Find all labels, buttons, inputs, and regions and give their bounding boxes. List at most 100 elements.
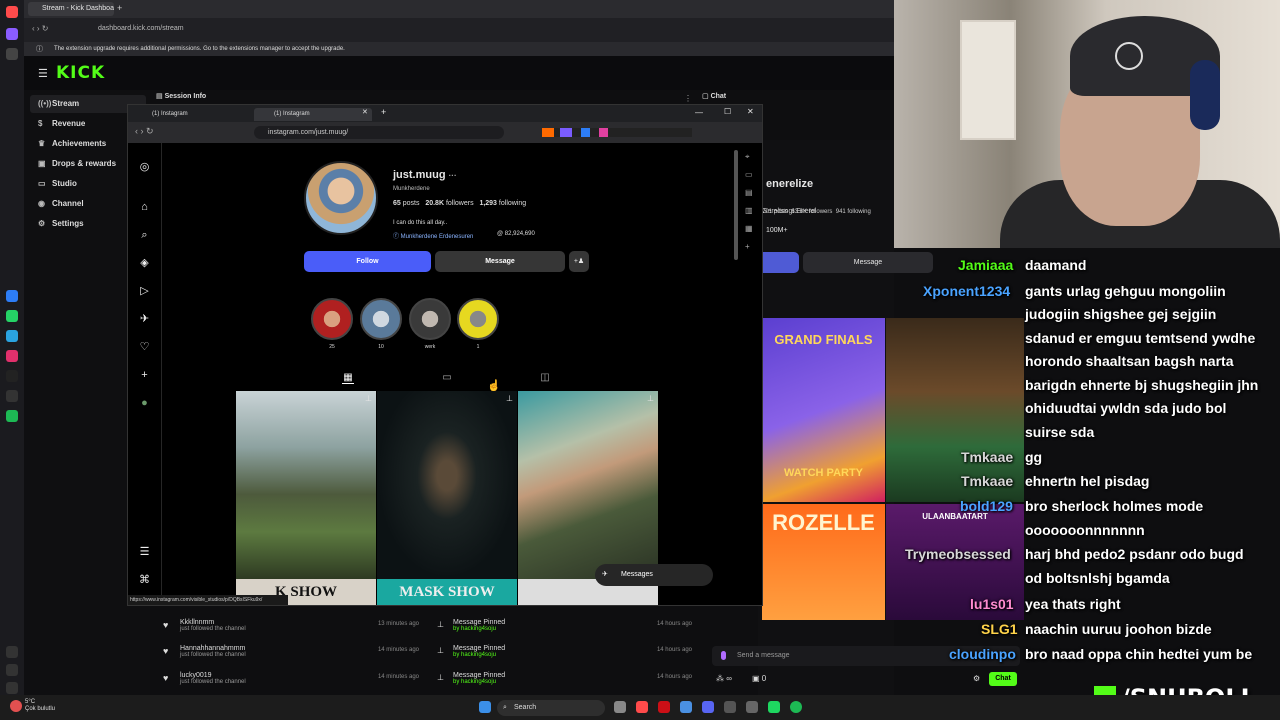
- more-icon[interactable]: [6, 682, 18, 694]
- profile2-post-thumb[interactable]: GRAND FINALS WATCH PARTY: [762, 318, 885, 502]
- back-icon[interactable]: ‹ › ↻: [135, 126, 154, 137]
- pinned-time: 14 hours ago: [656, 674, 692, 680]
- profile2-extra: 100M+: [766, 227, 788, 234]
- opera-icon[interactable]: [658, 701, 670, 713]
- pin-icon: ⊥: [647, 394, 654, 403]
- add-user-icon[interactable]: +♟: [569, 251, 589, 272]
- highlight-circle[interactable]: [409, 298, 451, 340]
- instagram-tab-active[interactable]: (1) Instagram: [254, 108, 372, 121]
- tagged-tab-icon[interactable]: ◫: [539, 372, 551, 384]
- side-tool-icons[interactable]: ⌖ ▭ ▤ ▥ ▦ +: [745, 148, 758, 598]
- profile2-message-button[interactable]: Message: [803, 252, 933, 273]
- profile-tabs: ▦ ▭ ◫: [237, 368, 658, 388]
- settings-app-icon[interactable]: [746, 701, 758, 713]
- chrome-icon[interactable]: [680, 701, 692, 713]
- star-icon[interactable]: [6, 48, 18, 60]
- home-icon[interactable]: [6, 28, 18, 40]
- task-view-icon[interactable]: [614, 701, 626, 713]
- opera-logo-icon[interactable]: [6, 6, 18, 18]
- url-text[interactable]: dashboard.kick.com/stream: [98, 25, 184, 32]
- highlight-circle[interactable]: [311, 298, 353, 340]
- instagram-tab[interactable]: (1) Instagram: [132, 108, 250, 121]
- menu-icon[interactable]: ☰: [38, 67, 48, 80]
- new-tab-icon[interactable]: +: [117, 3, 122, 13]
- explore-icon[interactable]: ◈: [138, 257, 151, 270]
- app-icon[interactable]: [768, 701, 780, 713]
- settings-icon[interactable]: ⚙: [973, 674, 980, 683]
- following-count[interactable]: 1,293: [479, 200, 497, 207]
- message-button[interactable]: Message: [435, 251, 565, 272]
- minimize-icon[interactable]: —: [695, 108, 703, 117]
- obs-icon[interactable]: [724, 701, 736, 713]
- chat-username: SLG1: [981, 621, 1018, 637]
- highlight-circle[interactable]: [360, 298, 402, 340]
- telegram-icon[interactable]: [6, 330, 18, 342]
- close-tab-icon[interactable]: ✕: [362, 108, 368, 116]
- messages-pill[interactable]: ✈ Messages: [595, 564, 713, 586]
- extension-icons[interactable]: [542, 128, 692, 137]
- profile2-post-thumb[interactable]: ROZELLE: [762, 504, 885, 620]
- tab-kick-dashboard[interactable]: Stream - Kick Dashboard: [28, 2, 114, 16]
- weather-icon[interactable]: [10, 700, 22, 712]
- weather-widget[interactable]: 5°C Çok bulutlu: [25, 699, 55, 713]
- threads-link[interactable]: @ 82,924,690: [497, 231, 535, 237]
- messenger-icon[interactable]: [6, 290, 18, 302]
- follower-time: 14 minutes ago: [377, 647, 419, 653]
- reels-tab-icon[interactable]: ▭: [441, 372, 453, 384]
- following-label[interactable]: following: [499, 200, 526, 207]
- post-thumbnail[interactable]: ⊥: [377, 391, 517, 579]
- notifications-icon[interactable]: ♡: [138, 341, 151, 354]
- search-icon[interactable]: ⌕: [138, 229, 151, 242]
- followers-count[interactable]: 20.8K: [425, 200, 444, 207]
- x-icon[interactable]: [6, 390, 18, 402]
- mic-icon[interactable]: [721, 651, 726, 660]
- maximize-icon[interactable]: ☐: [724, 107, 731, 116]
- followers-label[interactable]: followers: [446, 200, 474, 207]
- follower-time: 14 minutes ago: [377, 674, 419, 680]
- instagram-logo-icon[interactable]: ◎: [138, 161, 151, 174]
- close-window-icon[interactable]: ✕: [747, 107, 754, 116]
- new-tab-icon[interactable]: +: [381, 107, 386, 117]
- emote-icon[interactable]: ⁂ ∞: [716, 674, 732, 683]
- kick-logo[interactable]: KICK: [56, 63, 105, 83]
- spotify-taskbar-icon[interactable]: [790, 701, 802, 713]
- windows-start-icon[interactable]: [479, 701, 491, 713]
- chat-username: lu1s01: [970, 596, 1014, 612]
- spotify-icon[interactable]: [6, 410, 18, 422]
- reels-icon[interactable]: ▷: [138, 285, 151, 298]
- profile-link[interactable]: ⓕ Munkherdene Erdenesuren: [393, 231, 473, 240]
- history-icon[interactable]: [6, 664, 18, 676]
- back-icon[interactable]: ‹ › ↻: [32, 24, 48, 33]
- post-thumbnail[interactable]: MASK SHOW: [377, 579, 517, 605]
- posts-grid-icon[interactable]: ▦: [342, 372, 354, 384]
- tiktok-icon[interactable]: [6, 370, 18, 382]
- chat-send-button[interactable]: Chat: [989, 672, 1017, 686]
- meta-icon[interactable]: ⌘: [138, 574, 151, 587]
- chat-bubble-icon: ▢: [702, 93, 709, 100]
- instagram-icon[interactable]: [6, 350, 18, 362]
- chat-message: gg: [1025, 449, 1043, 465]
- options-icon[interactable]: ···: [449, 171, 457, 180]
- profile-icon[interactable]: ●: [138, 397, 151, 410]
- chat-message: ehnertn hel pisdag: [1025, 473, 1150, 489]
- highlight-circle[interactable]: [457, 298, 499, 340]
- pinned-row: ⊥ Message Pinned by hacking4soju 14 hour…: [437, 672, 692, 696]
- more-options-icon[interactable]: ⋮: [684, 94, 692, 103]
- profile-avatar[interactable]: [304, 161, 378, 235]
- post-thumbnail[interactable]: ⊥: [518, 391, 658, 579]
- follow-button[interactable]: Follow: [304, 251, 431, 272]
- chat-message: bro naad oppa chin hedtei yum be: [1025, 646, 1253, 662]
- create-icon[interactable]: +: [138, 369, 151, 382]
- taskbar-search[interactable]: ⌕ Search: [497, 700, 605, 716]
- heart-icon[interactable]: [6, 646, 18, 658]
- messages-icon[interactable]: ✈: [138, 313, 151, 326]
- scrollbar[interactable]: [734, 150, 738, 260]
- home-icon[interactable]: ⌂: [138, 201, 151, 214]
- instagram-url[interactable]: instagram.com/just.muug/: [254, 126, 504, 139]
- opera-gx-icon[interactable]: [636, 701, 648, 713]
- menu-icon[interactable]: ☰: [138, 546, 151, 559]
- discord-icon[interactable]: [702, 701, 714, 713]
- profile2-follow-button[interactable]: [762, 252, 799, 273]
- whatsapp-icon[interactable]: [6, 310, 18, 322]
- post-thumbnail[interactable]: ⊥: [236, 391, 376, 579]
